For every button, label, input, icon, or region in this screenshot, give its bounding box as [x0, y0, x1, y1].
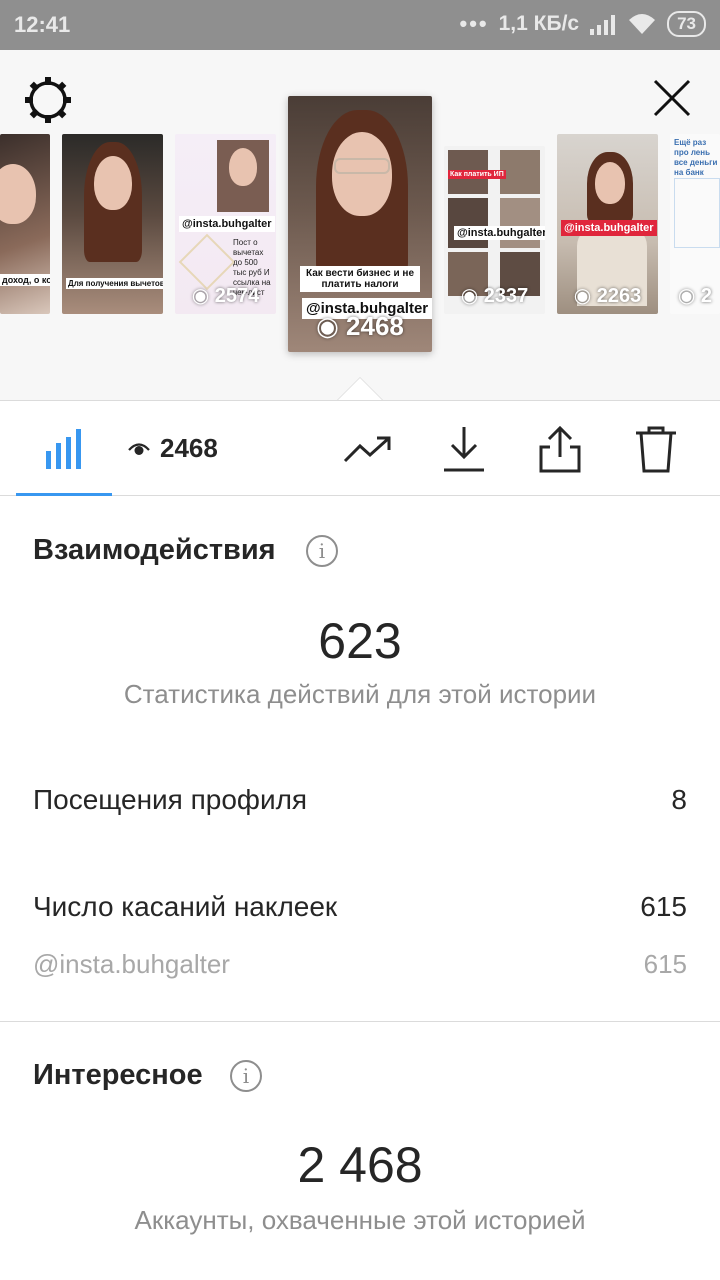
network-speed: 1,1 КБ/с	[498, 12, 580, 35]
status-indicators: ••• 1,1 КБ/с 73	[460, 11, 706, 37]
story-views: ◉ 2574	[191, 285, 260, 307]
story-views: ◉ 2468	[316, 311, 404, 341]
status-bar: 12:41 ••• 1,1 КБ/с 73	[0, 0, 720, 50]
story-thumbnail[interactable]: @insta.buhgalter Пост о вычетах до 500 т…	[175, 134, 276, 314]
story-views: ◉ 2337	[460, 285, 529, 307]
signal-icon	[590, 15, 616, 35]
battery-indicator: 73	[667, 11, 706, 37]
trash-icon	[636, 426, 676, 473]
discovery-caption: Аккаунты, охваченные этой историей	[134, 1205, 586, 1235]
sticker-taps-value: 615	[640, 891, 687, 922]
story-thumbnail[interactable]: Ещё раз про лень все деньги на банк ◉ 2	[670, 134, 720, 314]
gear-icon[interactable]	[24, 76, 72, 124]
section-divider	[0, 1021, 720, 1022]
info-icon[interactable]: i	[230, 1060, 262, 1092]
profile-visits-label: Посещения профиля	[33, 784, 308, 815]
interactions-total: 623	[318, 613, 402, 669]
share-button[interactable]	[534, 421, 586, 477]
story-thumbnail[interactable]: Для получения вычетов	[62, 134, 163, 314]
share-icon	[539, 425, 581, 473]
story-caption: Как вести бизнес и не платить налоги	[300, 266, 420, 292]
discovery-total: 2 468	[297, 1137, 423, 1193]
story-reel-area: доход, о котором Для получения вычетов @…	[0, 50, 720, 400]
close-icon[interactable]	[648, 74, 696, 122]
views-value: 2468	[160, 433, 218, 463]
status-time: 12:41	[14, 12, 71, 37]
story-caption: Для получения вычетов	[66, 278, 163, 289]
delete-button[interactable]	[630, 421, 682, 477]
story-handle: @insta.buhgalter	[454, 226, 545, 240]
interactions-caption: Статистика действий для этой истории	[123, 679, 597, 709]
insights-tab[interactable]	[16, 421, 112, 477]
info-icon[interactable]: i	[306, 535, 338, 567]
sticker-handle-value: 615	[643, 949, 687, 979]
story-toolbar: 2468	[0, 400, 720, 496]
active-tab-indicator	[16, 493, 112, 496]
selection-pointer	[338, 378, 382, 400]
story-handle: @insta.buhgalter	[179, 216, 275, 232]
wifi-icon	[629, 14, 656, 34]
story-thumbnail[interactable]: доход, о котором	[0, 134, 50, 314]
story-thumbnail-selected[interactable]: Как вести бизнес и не платить налоги @in…	[288, 96, 432, 352]
story-handle: @insta.buhgalter	[561, 220, 657, 236]
views-counter: 2468	[128, 433, 218, 464]
story-caption: доход, о котором	[0, 274, 50, 286]
sticker-handle[interactable]: @insta.buhgalter	[33, 949, 230, 980]
download-button[interactable]	[438, 421, 490, 477]
discovery-title: Интересное	[33, 1059, 203, 1091]
notification-dots: •••	[459, 11, 489, 36]
story-caption: Как платить ИП	[448, 170, 506, 179]
story-thumbnail[interactable]: @insta.buhgalter ◉ 2263	[557, 134, 658, 314]
story-caption: Ещё раз про лень все деньги на банк	[674, 138, 718, 177]
story-thumbnail[interactable]: Как платить ИП @insta.buhgalter ◉ 2337	[444, 146, 545, 314]
sticker-taps-label: Число касаний наклеек	[33, 891, 338, 922]
trending-icon	[343, 436, 391, 463]
download-icon	[444, 427, 484, 472]
interactions-title: Взаимодействия	[33, 534, 276, 566]
eye-icon	[128, 442, 150, 455]
bar-chart-icon	[46, 429, 81, 469]
profile-visits-value: 8	[671, 784, 687, 815]
story-views: ◉ 2263	[573, 285, 642, 307]
story-views: ◉ 2	[677, 285, 713, 307]
promote-button[interactable]	[340, 421, 396, 477]
